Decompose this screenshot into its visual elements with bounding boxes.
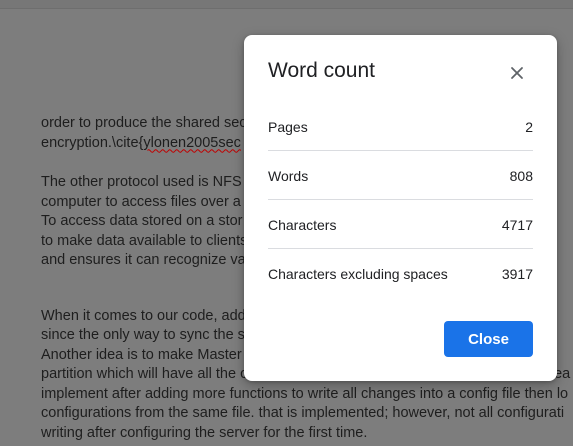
misspelled-word: ylonen2005sec [143, 134, 241, 151]
close-button[interactable]: Close [444, 321, 533, 357]
text-line: writing after configuring the server for… [41, 424, 368, 441]
stat-label: Characters [268, 217, 337, 233]
dialog-title: Word count [268, 59, 375, 82]
text-line: configurations from the same file. that … [41, 405, 565, 421]
stat-label: Words [268, 168, 309, 184]
stat-value: 2 [525, 119, 533, 135]
stat-row-words: Words 808 [268, 151, 533, 200]
stat-value: 4717 [501, 217, 533, 233]
word-count-stats: Pages 2 Words 808 Characters 4717 Charac… [268, 102, 533, 297]
toolbar-strip [0, 0, 573, 9]
stat-label: Pages [268, 119, 308, 135]
text-fragment: encryption.\cite{ [41, 134, 144, 151]
text-line: implement after adding more functions to… [41, 385, 569, 402]
stat-row-pages: Pages 2 [268, 102, 533, 151]
stat-row-characters-excluding-spaces: Characters excluding spaces 3917 [268, 249, 533, 297]
stat-row-characters: Characters 4717 [268, 200, 533, 249]
close-icon[interactable] [506, 62, 528, 84]
stat-label: Characters excluding spaces [268, 266, 448, 282]
stat-value: 808 [509, 168, 533, 184]
stat-value: 3917 [501, 266, 533, 282]
word-count-dialog: Word count Pages 2 Words 808 Characters … [244, 35, 557, 381]
